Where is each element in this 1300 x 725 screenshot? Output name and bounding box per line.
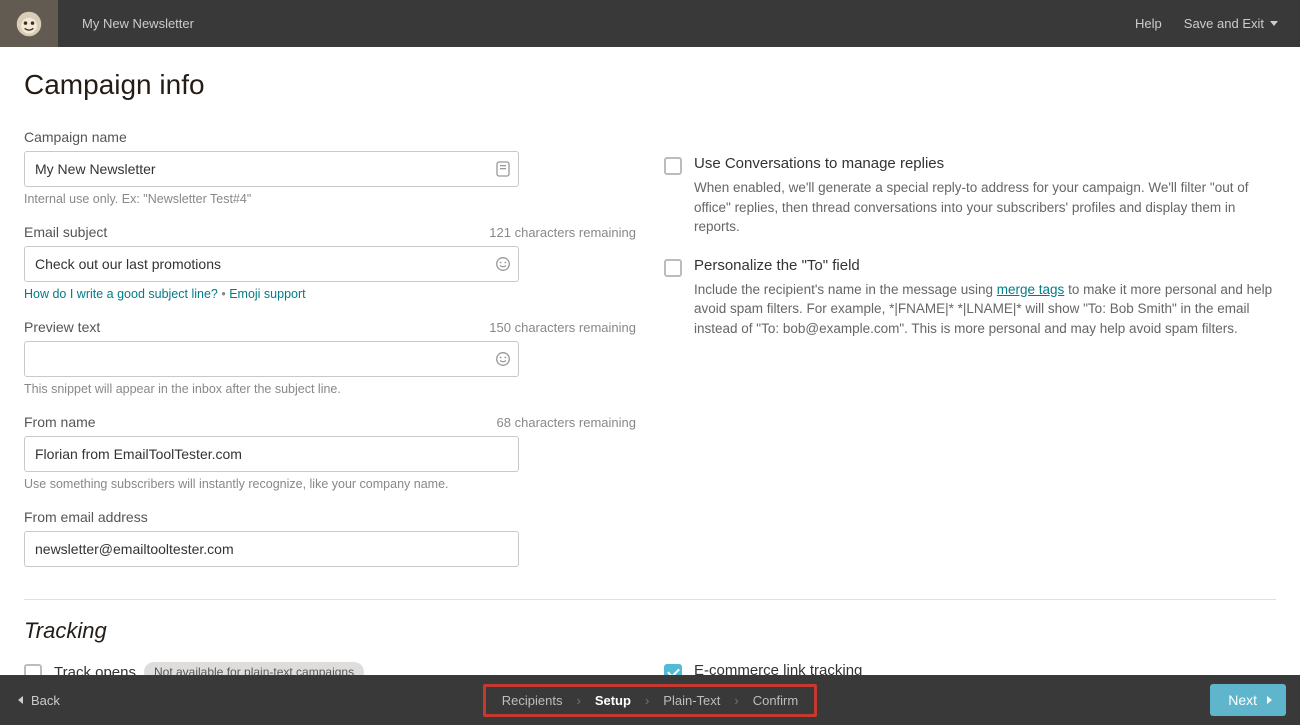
chevron-left-icon [18,696,23,704]
from-name-label: From name [24,414,96,430]
content-area: Campaign info Campaign name Internal use… [0,47,1300,675]
email-subject-remaining: 121 characters remaining [489,225,636,240]
campaign-name-field: Campaign name Internal use only. Ex: "Ne… [24,129,636,206]
page-title: Campaign info [24,69,1276,101]
chevron-right-icon: › [576,693,580,708]
conversations-option: Use Conversations to manage replies When… [664,155,1276,237]
save-and-exit-label: Save and Exit [1184,16,1264,31]
save-and-exit-menu[interactable]: Save and Exit [1184,16,1278,31]
from-name-helper: Use something subscribers will instantly… [24,477,636,491]
back-label: Back [31,693,60,708]
campaign-name-helper: Internal use only. Ex: "Newsletter Test#… [24,192,636,206]
preview-text-input[interactable] [24,341,519,377]
email-subject-field: Email subject 121 characters remaining H… [24,224,636,301]
back-button[interactable]: Back [0,693,200,708]
ecommerce-tracking-title: E-commerce link tracking [694,662,1276,675]
preview-text-field: Preview text 150 characters remaining Th… [24,319,636,396]
tracking-title: Tracking [24,618,1276,644]
not-available-badge: Not available for plain-text campaigns [144,662,364,675]
conversations-desc: When enabled, we'll generate a special r… [694,178,1276,237]
step-confirm[interactable]: Confirm [753,693,799,708]
personalize-option: Personalize the "To" field Include the r… [664,257,1276,339]
preview-text-helper: This snippet will appear in the inbox af… [24,382,636,396]
email-subject-label: Email subject [24,224,107,240]
chevron-down-icon [1270,21,1278,26]
wizard-steps: Recipients › Setup › Plain-Text › Confir… [483,684,817,717]
from-name-field: From name 68 characters remaining Use so… [24,414,636,491]
help-link[interactable]: Help [1135,16,1162,31]
from-name-remaining: 68 characters remaining [497,415,636,430]
left-column: Campaign name Internal use only. Ex: "Ne… [24,129,636,585]
preview-text-remaining: 150 characters remaining [489,320,636,335]
mailchimp-logo[interactable] [0,0,58,47]
campaign-title: My New Newsletter [58,16,1135,31]
emoji-support-link[interactable]: Emoji support [229,287,305,301]
merge-tags-link[interactable]: merge tags [997,282,1065,297]
from-email-input[interactable] [24,531,519,567]
bottom-bar: Back Recipients › Setup › Plain-Text › C… [0,675,1300,725]
ecommerce-tracking-checkbox[interactable] [664,664,682,675]
email-subject-input[interactable] [24,246,519,282]
from-name-input[interactable] [24,436,519,472]
ecommerce-tracking-option: E-commerce link tracking Track visitors … [664,662,1276,675]
top-bar: My New Newsletter Help Save and Exit [0,0,1300,47]
conversations-title: Use Conversations to manage replies [694,155,1276,172]
section-divider [24,599,1276,600]
from-email-label: From email address [24,509,636,525]
chevron-right-icon [1267,696,1272,704]
track-opens-checkbox [24,664,42,675]
subject-line-help-link[interactable]: How do I write a good subject line? [24,287,218,301]
personalize-title: Personalize the "To" field [694,257,1276,274]
from-email-field: From email address [24,509,636,567]
step-plain-text[interactable]: Plain-Text [663,693,720,708]
next-button[interactable]: Next [1210,684,1286,716]
step-recipients[interactable]: Recipients [502,693,563,708]
campaign-name-label: Campaign name [24,129,127,145]
conversations-checkbox[interactable] [664,157,682,175]
preview-text-label: Preview text [24,319,100,335]
track-opens-title: Track opens [54,664,136,676]
campaign-name-input[interactable] [24,151,519,187]
personalize-checkbox[interactable] [664,259,682,277]
monkey-icon [15,10,43,38]
chevron-right-icon: › [645,693,649,708]
personalize-desc: Include the recipient's name in the mess… [694,280,1276,339]
step-setup[interactable]: Setup [595,693,631,708]
next-label: Next [1228,692,1257,708]
right-column: Use Conversations to manage replies When… [664,129,1276,585]
track-opens-option: Track opens Not available for plain-text… [24,662,636,675]
chevron-right-icon: › [734,693,738,708]
